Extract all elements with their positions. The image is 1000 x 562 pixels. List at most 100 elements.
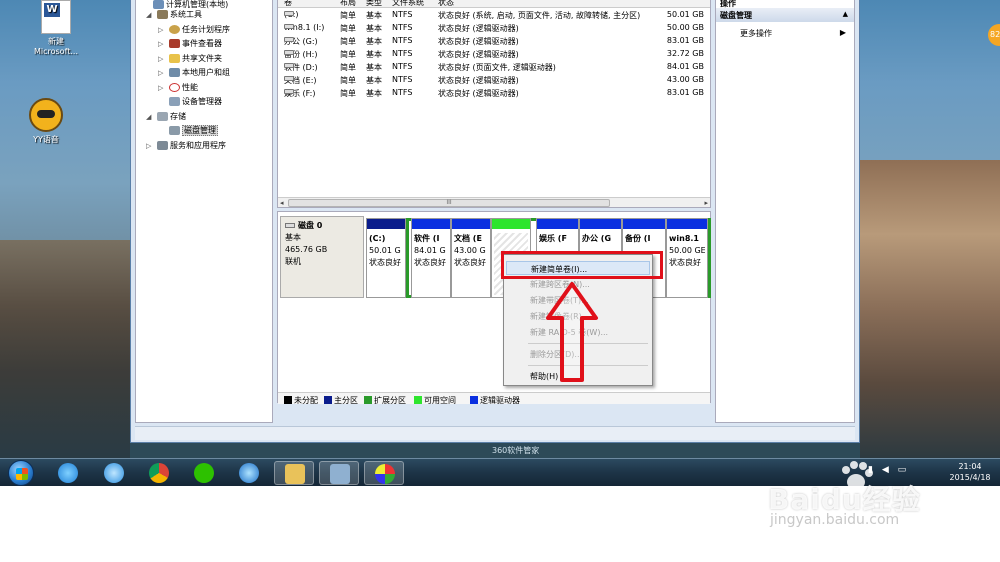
partition-block[interactable]: (C:) 50.01 G 状态良好 xyxy=(366,218,406,298)
desktop-icon-word-doc[interactable]: W 新建 Microsoft... xyxy=(26,0,86,56)
tree-item-storage[interactable]: ◢ 存储 xyxy=(146,110,186,124)
volume-cell-capacity: 43.00 GB xyxy=(666,75,704,84)
volume-row[interactable]: 软件 (D:) 简单 基本 NTFS 状态良好 (页面文件, 逻辑驱动器) 84.01 G… xyxy=(278,61,710,74)
partition-name: win8.1 xyxy=(669,234,699,243)
desktop-icon-yy[interactable]: YY语音 xyxy=(16,98,76,145)
collapse-arrow-icon[interactable]: ◢ xyxy=(146,110,157,124)
tree-item-disk-management[interactable]: 磁盘管理 xyxy=(158,124,218,138)
expand-arrow-icon[interactable]: ▷ xyxy=(158,23,169,37)
storage-icon xyxy=(157,112,168,121)
volume-row[interactable]: (C:) 简单 基本 NTFS 状态良好 (系统, 启动, 页面文件, 活动, 故障转储… xyxy=(278,9,710,22)
notification-icon[interactable]: ▭ xyxy=(898,465,907,475)
scrollbar-thumb[interactable]: III xyxy=(288,199,610,207)
volume-row[interactable]: 娱乐 (F:) 简单 基本 NTFS 状态良好 (逻辑驱动器) 83.01 GB xyxy=(278,87,710,100)
partition-status: 状态良好 xyxy=(669,258,701,267)
tree-item-services-applications[interactable]: ▷ 服务和应用程序 xyxy=(146,139,226,153)
volume-cell-fs: NTFS xyxy=(392,62,413,71)
expand-arrow-icon[interactable]: ▷ xyxy=(158,37,169,51)
taskbar-baidu-cloud[interactable] xyxy=(94,461,134,485)
volume-cell-name: 备份 (H:) xyxy=(284,49,318,60)
volume-cell-type: 基本 xyxy=(366,24,382,33)
volume-list: 卷 布局 类型 文件系统 状态 (C:)简单基本NTFS状态良好 (系统, 启动… xyxy=(277,0,711,208)
partition-name: 文档 (E xyxy=(454,234,482,243)
taskbar-explorer[interactable] xyxy=(274,461,314,485)
computer-management-window: 计算机管理(本地) ◢ 系统工具 ▷ 任务计划程序 ▷ 事件查看器 ▷ 共享文件夹 ▷ 本… xyxy=(130,0,860,443)
tree-item-device-manager[interactable]: 设备管理器 xyxy=(158,95,222,109)
volume-icon[interactable]: ◀ xyxy=(882,465,889,475)
services-icon xyxy=(157,141,168,150)
drive-icon xyxy=(284,76,294,81)
column-header-type[interactable]: 类型 xyxy=(366,0,382,8)
tree-item-event-viewer[interactable]: ▷ 事件查看器 xyxy=(158,37,222,51)
tree-item-task-scheduler[interactable]: ▷ 任务计划程序 xyxy=(158,23,230,37)
collapse-up-icon[interactable]: ▲ xyxy=(843,10,848,18)
tree-item-performance[interactable]: ▷ 性能 xyxy=(158,81,198,95)
disk-0-info[interactable]: 磁盘 0 基本 465.76 GB 联机 xyxy=(280,216,364,298)
taskbar-paint[interactable] xyxy=(364,461,404,485)
horizontal-scrollbar[interactable]: ◂ III ▸ xyxy=(278,197,710,207)
tree-item-shared-folders[interactable]: ▷ 共享文件夹 xyxy=(158,52,222,66)
partition-color-bar xyxy=(492,219,530,229)
volume-cell-status: 状态良好 (逻辑驱动器) xyxy=(438,50,519,59)
drive-icon xyxy=(284,24,294,29)
drive-icon xyxy=(284,50,294,55)
partition-name: 备份 (I xyxy=(625,234,651,243)
volume-cell-capacity: 83.01 GB xyxy=(666,36,704,45)
column-header-volume[interactable]: 卷 xyxy=(284,0,292,8)
partition-block[interactable]: win8.1 50.00 GE 状态良好 xyxy=(666,218,708,298)
internet-explorer-icon xyxy=(58,463,78,483)
expand-arrow-icon[interactable]: ▷ xyxy=(158,52,169,66)
volume-cell-name: 文档 (E:) xyxy=(284,75,317,86)
device-manager-icon xyxy=(169,97,180,106)
taskbar-chrome[interactable] xyxy=(139,461,179,485)
taskbar-browser[interactable] xyxy=(229,461,269,485)
volume-row[interactable]: 备份 (H:) 简单 基本 NTFS 状态良好 (逻辑驱动器) 32.72 GB xyxy=(278,48,710,61)
browser-icon xyxy=(239,463,259,483)
column-header-status[interactable]: 状态 xyxy=(438,0,454,8)
desktop-overlay-text: 360软件管家 xyxy=(492,446,540,455)
desktop-wallpaper-left xyxy=(0,240,130,458)
volume-list-header: 卷 布局 类型 文件系统 状态 xyxy=(278,0,710,8)
expand-arrow-icon[interactable]: ▷ xyxy=(158,66,169,80)
partition-block[interactable]: 文档 (E 43.00 G 状态良好 xyxy=(451,218,491,298)
start-button[interactable] xyxy=(8,460,34,486)
legend-label: 逻辑驱动器 xyxy=(480,396,520,405)
scroll-left-icon[interactable]: ◂ xyxy=(280,199,284,207)
column-header-filesystem[interactable]: 文件系统 xyxy=(392,0,424,8)
legend-swatch xyxy=(470,396,478,404)
volume-cell-layout: 简单 xyxy=(340,89,356,98)
volume-row[interactable]: 文档 (E:) 简单 基本 NTFS 状态良好 (逻辑驱动器) 43.00 GB xyxy=(278,74,710,87)
partition-block[interactable]: 软件 (I 84.01 G 状态良好 xyxy=(411,218,451,298)
partition-name: 娱乐 (F xyxy=(539,234,567,243)
partition-legend: 未分配 主分区 扩展分区 可用空间 逻辑驱动器 xyxy=(278,392,710,405)
column-header-layout[interactable]: 布局 xyxy=(340,0,356,8)
volume-cell-type: 基本 xyxy=(366,37,382,46)
taskbar-computer-management[interactable] xyxy=(319,461,359,485)
volume-cell-layout: 简单 xyxy=(340,63,356,72)
disk-drive-icon xyxy=(285,223,295,228)
partition-status: 状态良好 xyxy=(454,258,486,267)
legend-label: 扩展分区 xyxy=(374,396,406,405)
tree-item-local-users[interactable]: ▷ 本地用户和组 xyxy=(158,66,230,80)
more-actions-item[interactable]: 更多操作 xyxy=(740,28,772,39)
actions-section-disk-management[interactable]: 磁盘管理 ▲ xyxy=(716,8,854,22)
clock[interactable]: 21:04 2015/4/18 xyxy=(942,461,998,483)
navigation-tree: 计算机管理(本地) ◢ 系统工具 ▷ 任务计划程序 ▷ 事件查看器 ▷ 共享文件夹 ▷ 本… xyxy=(135,0,273,423)
desktop-icon-label: 新建 Microsoft... xyxy=(33,37,79,56)
volume-row[interactable]: win8.1 (I:) 简单 基本 NTFS 状态良好 (逻辑驱动器) 50.00 GB xyxy=(278,22,710,35)
partition-color-bar xyxy=(580,219,621,229)
legend-swatch xyxy=(364,396,372,404)
tree-item-system-tools[interactable]: ◢ 系统工具 xyxy=(146,8,202,22)
expand-arrow-icon[interactable]: ▷ xyxy=(158,81,169,95)
volume-cell-fs: NTFS xyxy=(392,49,413,58)
volume-cell-type: 基本 xyxy=(366,63,382,72)
taskbar-ie[interactable] xyxy=(48,461,88,485)
volume-row[interactable]: 办公 (G:) 简单 基本 NTFS 状态良好 (逻辑驱动器) 83.01 GB xyxy=(278,35,710,48)
volume-cell-fs: NTFS xyxy=(392,36,413,45)
paint-icon xyxy=(375,464,395,484)
expand-arrow-icon[interactable]: ▷ xyxy=(146,139,157,153)
taskbar-wechat[interactable] xyxy=(184,461,224,485)
collapse-arrow-icon[interactable]: ◢ xyxy=(146,8,157,22)
submenu-arrow-icon: ▶ xyxy=(839,28,846,37)
scroll-right-icon[interactable]: ▸ xyxy=(704,199,708,207)
